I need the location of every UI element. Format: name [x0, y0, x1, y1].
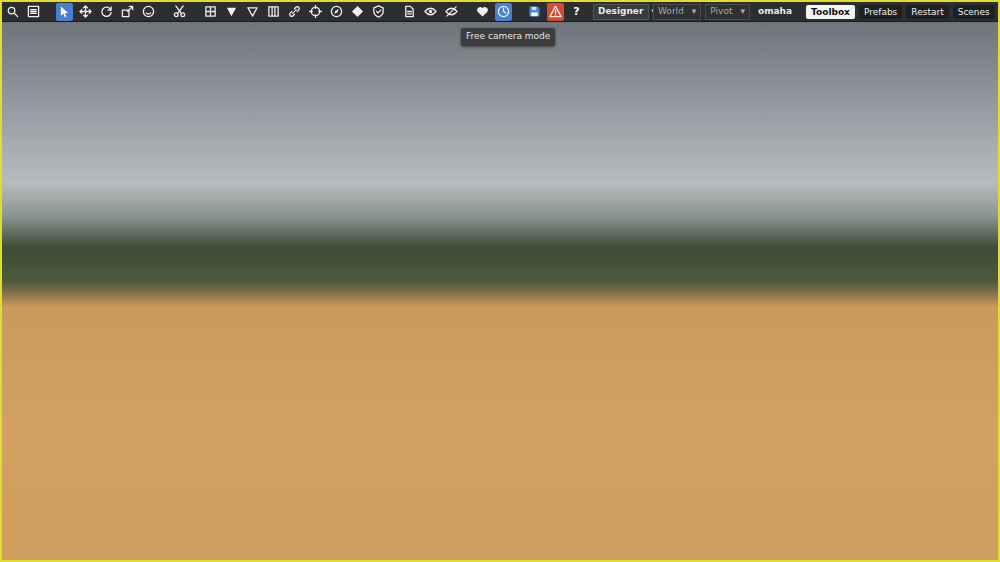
toolbar-button[interactable]: Scenes	[953, 5, 995, 19]
smile-icon	[142, 5, 155, 18]
compass-icon	[330, 5, 343, 18]
tool-button[interactable]	[171, 3, 188, 21]
toolbar-button[interactable]: Toolbox	[806, 5, 855, 19]
tool-button[interactable]	[443, 3, 460, 21]
space-dropdown-label: World	[658, 5, 684, 19]
move-icon	[79, 5, 92, 18]
tool-button[interactable]	[223, 3, 240, 21]
pivot-dropdown[interactable]: Pivot ▾	[705, 4, 750, 20]
tool-button[interactable]	[265, 3, 282, 21]
mode-dropdown[interactable]: Designer▾	[593, 4, 649, 20]
mode-dropdown-label: Designer	[598, 5, 643, 19]
search-icon	[6, 5, 19, 18]
tool-button[interactable]	[77, 3, 94, 21]
space-dropdown[interactable]: World ▾	[653, 4, 701, 20]
shield-icon	[372, 5, 385, 18]
tool-button[interactable]	[119, 3, 136, 21]
scene-name: omaha	[758, 5, 792, 19]
eye-icon	[424, 5, 437, 18]
editor-window: ? Designer▾ World ▾ Pivot ▾ omaha Toolbox Prefab…	[0, 0, 1000, 562]
diamond-icon	[351, 5, 364, 18]
heart-icon	[476, 5, 489, 18]
pivot-dropdown-label: Pivot	[710, 5, 732, 19]
link-icon	[288, 5, 301, 18]
tool-button[interactable]	[140, 3, 157, 21]
viewport[interactable]	[2, 22, 998, 560]
tool-button[interactable]	[349, 3, 366, 21]
select-icon	[58, 5, 71, 18]
tool-button[interactable]	[526, 3, 543, 21]
tool-button[interactable]	[244, 3, 261, 21]
page-icon	[403, 5, 416, 18]
target-icon	[309, 5, 322, 18]
eyeoff-icon	[445, 5, 458, 18]
tool-button[interactable]	[474, 3, 491, 21]
help-label: ?	[573, 6, 579, 17]
tool-button[interactable]	[98, 3, 115, 21]
tool-button[interactable]	[401, 3, 418, 21]
rotate-icon	[100, 5, 113, 18]
tool-button[interactable]	[370, 3, 387, 21]
tool-button[interactable]	[547, 3, 564, 21]
clock-icon	[497, 5, 510, 18]
tool-button[interactable]	[286, 3, 303, 21]
dropoutline-icon	[246, 5, 259, 18]
columns-icon	[267, 5, 280, 18]
cut-icon	[173, 5, 186, 18]
toolbar-button[interactable]: Prefabs	[859, 5, 902, 19]
tool-button[interactable]	[4, 3, 21, 21]
tool-button[interactable]	[56, 3, 73, 21]
scale-icon	[121, 5, 134, 18]
dropdown-arrow-icon: ▾	[692, 5, 697, 19]
tool-button[interactable]: ?	[568, 3, 585, 21]
warning-icon	[549, 5, 562, 18]
tool-button[interactable]	[495, 3, 512, 21]
menu-icon	[27, 5, 40, 18]
toolbar: ? Designer▾ World ▾ Pivot ▾ omaha Toolbox Prefab…	[2, 2, 998, 22]
save-icon	[528, 5, 541, 18]
tool-button[interactable]	[328, 3, 345, 21]
tool-button[interactable]	[202, 3, 219, 21]
toolbar-button[interactable]: Restart	[906, 5, 948, 19]
tooltip: Free camera mode	[461, 28, 555, 46]
dropdown-arrow-icon: ▾	[740, 5, 745, 19]
tool-button[interactable]	[307, 3, 324, 21]
snap-icon	[204, 5, 217, 18]
tool-button[interactable]	[422, 3, 439, 21]
tool-button[interactable]	[25, 3, 42, 21]
drop-icon	[225, 5, 238, 18]
